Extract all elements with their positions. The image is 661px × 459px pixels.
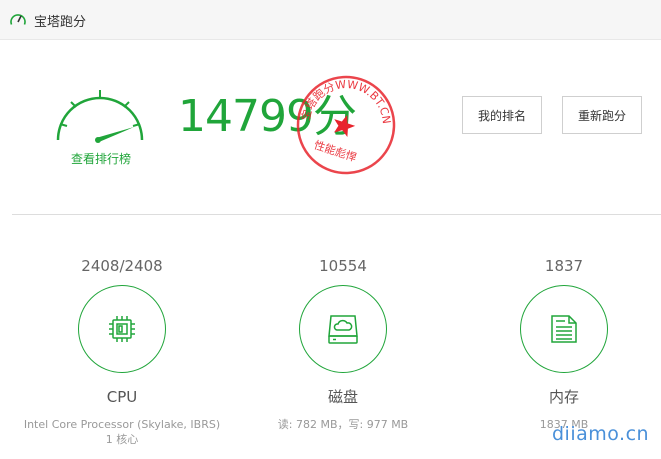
cpu-detail: Intel Core Processor (Skylake, IBRS) 1 核… <box>23 418 221 446</box>
cpu-circle <box>78 285 166 373</box>
stat-memory: 1837 内存 1837 MB <box>454 255 661 432</box>
disk-cloud-icon <box>328 315 358 344</box>
stat-cpu: 2408/2408 CPU Intel Core Processor (Skyl… <box>12 255 232 447</box>
watermark: diiamo.cn <box>552 423 650 445</box>
disk-score: 10554 <box>319 257 367 275</box>
stat-disk: 10554 磁盘 读: 782 MB，写: 977 MB <box>233 255 453 432</box>
my-rank-button[interactable]: 我的排名 <box>462 96 542 134</box>
score-value: 14799 <box>178 91 314 142</box>
stamp-top-text: 宝塔跑分WWW.BT.CN <box>297 73 398 147</box>
star-icon <box>334 114 356 138</box>
stamp-seal-icon: 宝塔跑分WWW.BT.CN 性能彪悍 <box>296 73 398 175</box>
speedometer-icon <box>10 14 26 25</box>
gauge-icon[interactable] <box>52 84 148 144</box>
rerun-benchmark-button[interactable]: 重新跑分 <box>562 96 642 134</box>
stamp-bottom-text: 性能彪悍 <box>312 138 358 165</box>
app-title: 宝塔跑分 <box>34 15 87 30</box>
cpu-chip-icon <box>109 316 135 342</box>
memory-label: 内存 <box>548 388 579 406</box>
memory-score: 1837 <box>544 257 584 275</box>
app-header: 宝塔跑分 <box>0 0 661 40</box>
memory-circle <box>520 285 608 373</box>
cpu-score: 2408/2408 <box>81 257 163 275</box>
svg-text:宝塔跑分WWW.BT.CN: 宝塔跑分WWW.BT.CN <box>297 73 398 147</box>
memory-icon <box>551 315 577 343</box>
view-leaderboard-link[interactable]: 查看排行榜 <box>46 150 156 167</box>
disk-circle <box>299 285 387 373</box>
disk-detail: 读: 782 MB，写: 977 MB <box>277 418 409 431</box>
divider <box>12 214 661 215</box>
disk-label: 磁盘 <box>327 388 358 406</box>
cpu-label: CPU <box>106 388 138 406</box>
